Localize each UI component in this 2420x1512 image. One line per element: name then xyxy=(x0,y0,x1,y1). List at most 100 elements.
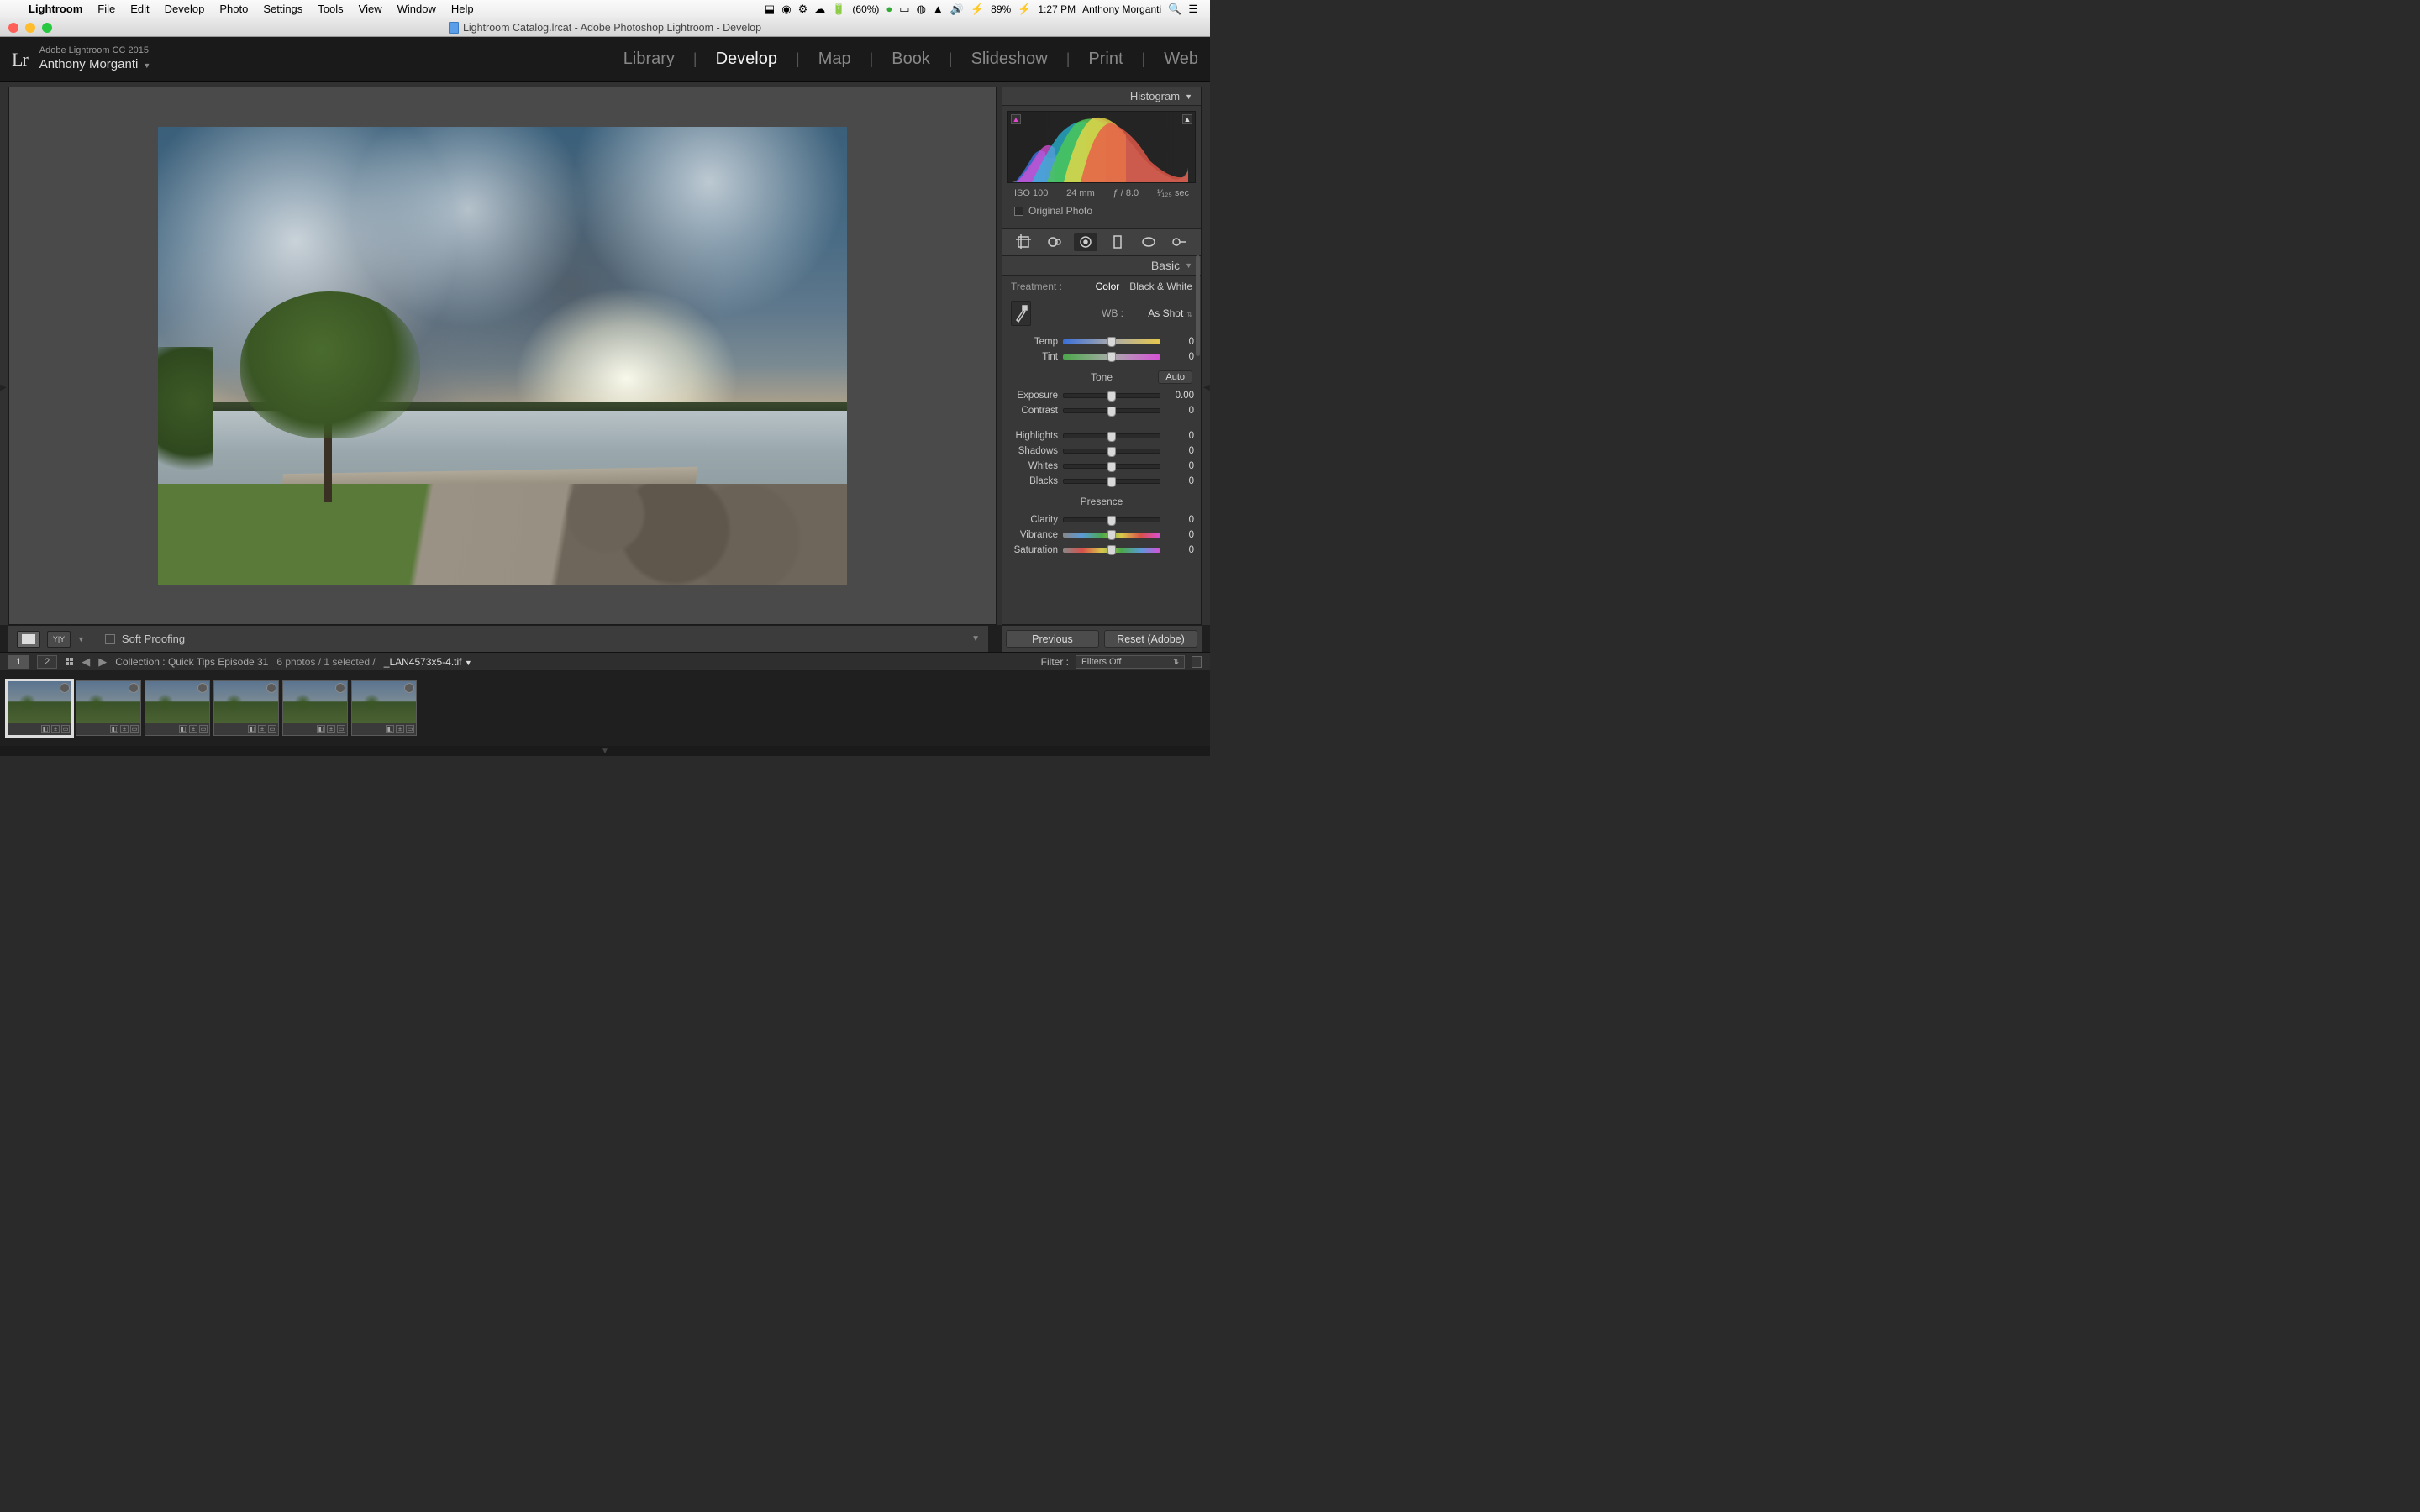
module-map[interactable]: Map xyxy=(818,50,851,69)
adjustment-brush-tool[interactable] xyxy=(1168,233,1192,251)
view-dropdown-icon[interactable]: ▼ xyxy=(77,635,85,643)
exposure-value[interactable]: 0.00 xyxy=(1165,391,1194,401)
contrast-slider[interactable] xyxy=(1063,408,1160,413)
filmstrip-thumb[interactable]: ◧±▭ xyxy=(7,680,72,736)
airplay-icon[interactable]: ▲ xyxy=(933,3,944,15)
right-panel-expander[interactable]: ◀ xyxy=(1203,370,1210,404)
filmstrip[interactable]: ◧±▭ ◧±▭ ◧±▭ ◧±▭ ◧±▭ ◧±▭ xyxy=(0,670,1210,746)
menu-window[interactable]: Window xyxy=(390,3,444,15)
auto-tone-button[interactable]: Auto xyxy=(1158,370,1192,384)
spotlight-icon[interactable]: 🔍 xyxy=(1168,3,1181,16)
module-develop[interactable]: Develop xyxy=(716,50,777,69)
white-balance-eyedropper[interactable] xyxy=(1011,301,1031,326)
treatment-color[interactable]: Color xyxy=(1096,281,1120,292)
cloud-icon[interactable]: ☁ xyxy=(814,3,825,16)
nav-back-icon[interactable]: ◀ xyxy=(82,655,90,669)
tint-slider[interactable] xyxy=(1063,354,1160,360)
histogram-header[interactable]: Histogram▼ xyxy=(1002,87,1201,106)
nav-forward-icon[interactable]: ▶ xyxy=(98,655,107,669)
menu-photo[interactable]: Photo xyxy=(212,3,255,15)
loupe-view-button[interactable] xyxy=(17,631,40,648)
filmstrip-expander[interactable]: ▼ xyxy=(0,746,1210,756)
wb-dropdown[interactable]: As Shot⇅ xyxy=(1132,307,1192,319)
shadows-slider[interactable] xyxy=(1063,449,1160,454)
menu-tools[interactable]: Tools xyxy=(310,3,350,15)
contrast-value[interactable]: 0 xyxy=(1165,406,1194,416)
filter-lock-icon[interactable] xyxy=(1192,656,1202,668)
vibrance-slider[interactable] xyxy=(1063,533,1160,538)
reset-button[interactable]: Reset (Adobe) xyxy=(1104,630,1197,648)
grid-view-icon[interactable] xyxy=(66,658,73,665)
dropbox-icon[interactable]: ⬓ xyxy=(765,3,775,16)
menu-edit[interactable]: Edit xyxy=(123,3,156,15)
clarity-slider[interactable] xyxy=(1063,517,1160,522)
saturation-slider[interactable] xyxy=(1063,548,1160,553)
compare-view-button[interactable]: Y|Y xyxy=(47,631,71,648)
redeye-tool[interactable] xyxy=(1074,233,1097,251)
battery2-icon[interactable]: ⚡ xyxy=(1018,3,1031,16)
histogram-graph[interactable]: ▲ ▲ xyxy=(1007,111,1196,183)
blacks-slider[interactable] xyxy=(1063,479,1160,484)
battery1-icon[interactable]: 🔋 xyxy=(832,3,845,16)
left-panel-expander[interactable]: ▶ xyxy=(0,370,7,404)
module-library[interactable]: Library xyxy=(623,50,675,69)
display-icon[interactable]: ▭ xyxy=(899,3,909,16)
crop-tool[interactable] xyxy=(1012,233,1035,251)
radial-filter-tool[interactable] xyxy=(1137,233,1160,251)
shadows-value[interactable]: 0 xyxy=(1165,446,1194,456)
identity-name[interactable]: Anthony Morganti xyxy=(39,57,139,71)
panel-scrollbar[interactable] xyxy=(1196,255,1200,356)
temp-value[interactable]: 0 xyxy=(1165,337,1194,347)
module-print[interactable]: Print xyxy=(1088,50,1123,69)
highlights-value[interactable]: 0 xyxy=(1165,431,1194,441)
notifications-icon[interactable]: ☰ xyxy=(1188,3,1198,16)
user-menu[interactable]: Anthony Morganti xyxy=(1082,3,1161,15)
filmstrip-thumb[interactable]: ◧±▭ xyxy=(76,680,141,736)
clock[interactable]: 1:27 PM xyxy=(1038,3,1076,15)
screen1-button[interactable]: 1 xyxy=(8,655,29,669)
original-photo-checkbox[interactable] xyxy=(1014,207,1023,216)
whites-slider[interactable] xyxy=(1063,464,1160,469)
treatment-bw[interactable]: Black & White xyxy=(1129,281,1192,292)
menu-view[interactable]: View xyxy=(351,3,390,15)
menu-help[interactable]: Help xyxy=(444,3,481,15)
basic-panel-header[interactable]: Basic▼ xyxy=(1002,255,1201,276)
wifi-icon[interactable]: ⚡ xyxy=(971,3,984,16)
filmstrip-thumb[interactable]: ◧±▭ xyxy=(145,680,210,736)
menulet2-icon[interactable]: ◍ xyxy=(917,3,926,16)
filmstrip-thumb[interactable]: ◧±▭ xyxy=(213,680,279,736)
volume-icon[interactable]: 🔊 xyxy=(950,3,964,16)
blacks-value[interactable]: 0 xyxy=(1165,476,1194,486)
menu-settings[interactable]: Settings xyxy=(255,3,310,15)
tint-value[interactable]: 0 xyxy=(1165,352,1194,362)
collection-path[interactable]: Collection : Quick Tips Episode 31 xyxy=(115,656,268,668)
status-dot-icon[interactable]: ● xyxy=(886,3,892,15)
menu-develop[interactable]: Develop xyxy=(157,3,213,15)
module-slideshow[interactable]: Slideshow xyxy=(971,50,1048,69)
soft-proof-checkbox[interactable] xyxy=(105,634,115,644)
cc-icon[interactable]: ◉ xyxy=(781,3,791,16)
toolbar-menu-icon[interactable]: ▼ xyxy=(971,634,980,643)
image-viewer[interactable] xyxy=(9,87,996,624)
filter-dropdown[interactable]: Filters Off⇅ xyxy=(1076,655,1185,669)
highlights-slider[interactable] xyxy=(1063,433,1160,438)
temp-slider[interactable] xyxy=(1063,339,1160,344)
saturation-value[interactable]: 0 xyxy=(1165,545,1194,555)
spot-removal-tool[interactable] xyxy=(1043,233,1066,251)
menu-file[interactable]: File xyxy=(90,3,123,15)
gradient-filter-tool[interactable] xyxy=(1106,233,1129,251)
current-filename[interactable]: _LAN4573x5-4.tif ▼ xyxy=(384,656,472,668)
filmstrip-thumb[interactable]: ◧±▭ xyxy=(282,680,348,736)
menulet-icon[interactable]: ⚙ xyxy=(798,3,808,16)
exposure-slider[interactable] xyxy=(1063,393,1160,398)
vibrance-value[interactable]: 0 xyxy=(1165,530,1194,540)
whites-value[interactable]: 0 xyxy=(1165,461,1194,471)
module-web[interactable]: Web xyxy=(1164,50,1198,69)
previous-button[interactable]: Previous xyxy=(1006,630,1099,648)
identity-dropdown-icon[interactable]: ▼ xyxy=(143,61,150,70)
module-book[interactable]: Book xyxy=(892,50,930,69)
filmstrip-thumb[interactable]: ◧±▭ xyxy=(351,680,417,736)
app-menu[interactable]: Lightroom xyxy=(21,3,90,15)
clarity-value[interactable]: 0 xyxy=(1165,515,1194,525)
screen2-button[interactable]: 2 xyxy=(37,655,57,669)
